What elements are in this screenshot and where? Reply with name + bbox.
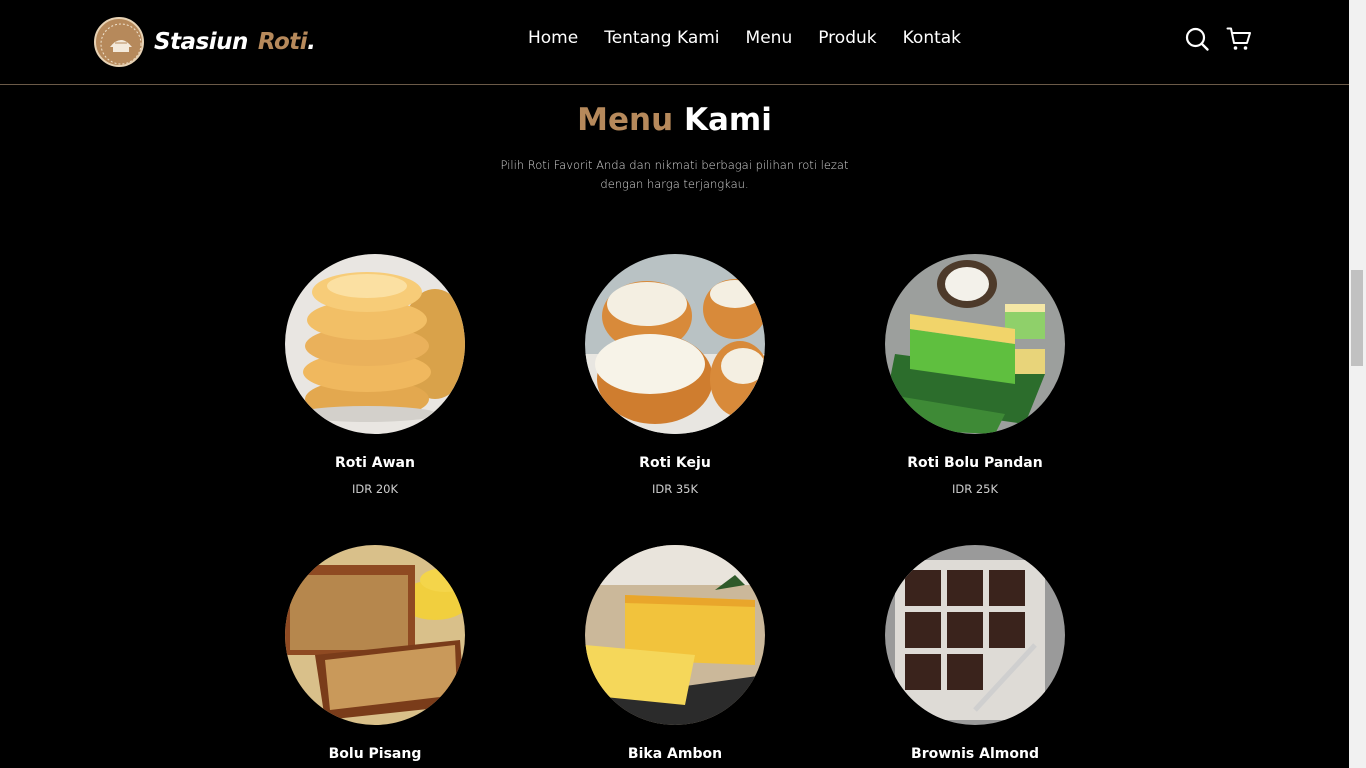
scrollbar-thumb[interactable] <box>1351 270 1363 366</box>
menu-image-bika-ambon <box>585 545 765 725</box>
menu-card-roti-awan[interactable]: Roti Awan IDR 20K <box>275 254 475 497</box>
menu-name: Brownis Almond <box>911 746 1039 762</box>
menu-image-brownis-almond <box>885 545 1065 725</box>
menu-card-bika-ambon[interactable]: Bika Ambon <box>575 545 775 763</box>
menu-image-roti-bolu-pandan <box>885 254 1065 434</box>
menu-image-bolu-pisang <box>285 545 465 725</box>
menu-name: Roti Awan <box>335 455 415 471</box>
page: Stasiun Roti. Home Tentang Kami Menu Prod… <box>0 0 1366 768</box>
menu-price: IDR 35K <box>651 482 699 496</box>
menu-price: IDR 25K <box>951 482 999 496</box>
menu-name: Roti Bolu Pandan <box>907 455 1043 471</box>
menu-card-roti-bolu-pandan[interactable]: Roti Bolu Pandan IDR 25K <box>875 254 1075 497</box>
menu-name: Roti Keju <box>639 455 711 471</box>
page-scrollbar[interactable] <box>1349 0 1366 768</box>
menu-price: IDR 20K <box>351 482 399 496</box>
menu-image-roti-awan <box>285 254 465 434</box>
menu-grid: Roti Awan IDR 20K Roti Keju IDR 35K Roti… <box>0 0 1349 768</box>
menu-name: Bika Ambon <box>627 746 723 762</box>
menu-card-bolu-pisang[interactable]: Bolu Pisang <box>275 545 475 763</box>
menu-image-roti-keju <box>585 254 765 434</box>
menu-card-brownis-almond[interactable]: Brownis Almond <box>875 545 1075 763</box>
menu-name: Bolu Pisang <box>328 746 422 762</box>
menu-card-roti-keju[interactable]: Roti Keju IDR 35K <box>575 254 775 497</box>
